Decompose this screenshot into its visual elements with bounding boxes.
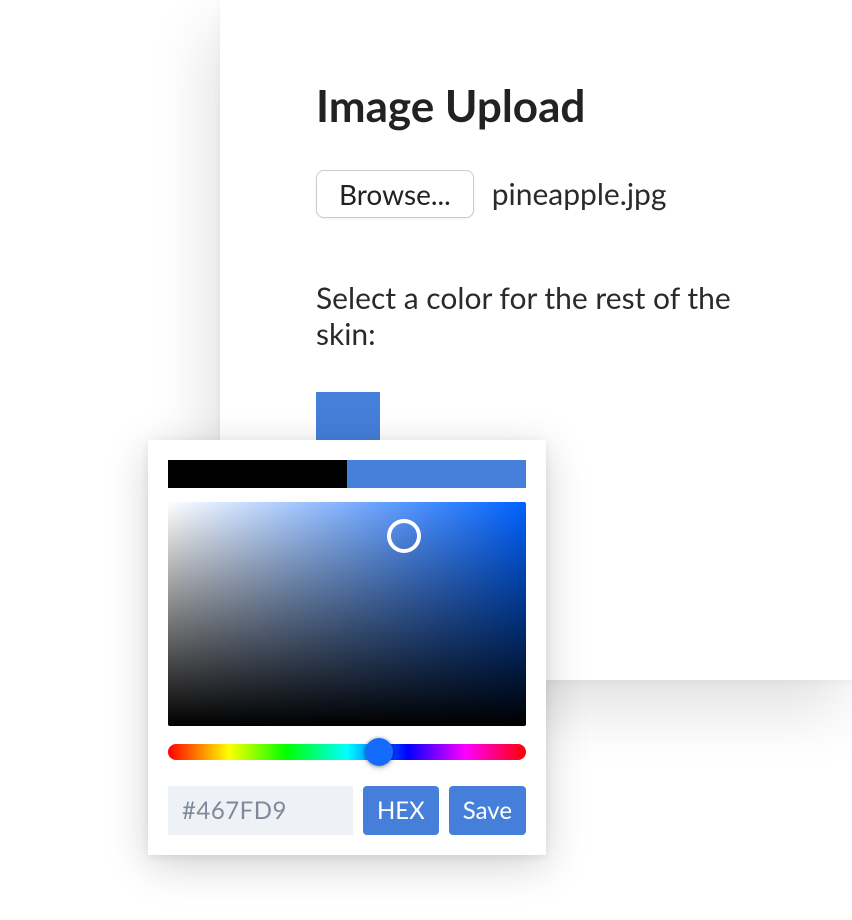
- picker-header-old-color: [168, 460, 347, 488]
- picker-header: [168, 460, 526, 488]
- hex-value-display[interactable]: #467FD9: [168, 786, 353, 835]
- page-title: Image Upload: [316, 80, 756, 132]
- picker-footer: #467FD9 HEX Save: [168, 786, 526, 835]
- color-select-label: Select a color for the rest of the skin:: [316, 280, 756, 352]
- file-input-row: Browse... pineapple.jpg: [316, 170, 756, 218]
- browse-button[interactable]: Browse...: [316, 170, 474, 218]
- selected-file-name: pineapple.jpg: [492, 176, 667, 212]
- hue-thumb[interactable]: [365, 738, 393, 766]
- saturation-lightness-area[interactable]: [168, 502, 526, 726]
- picker-header-new-color: [347, 460, 526, 488]
- saturation-handle[interactable]: [387, 519, 421, 553]
- save-button[interactable]: Save: [449, 786, 526, 835]
- color-picker-popover: #467FD9 HEX Save: [148, 440, 546, 855]
- hue-slider[interactable]: [168, 744, 526, 760]
- hex-toggle-button[interactable]: HEX: [363, 786, 439, 835]
